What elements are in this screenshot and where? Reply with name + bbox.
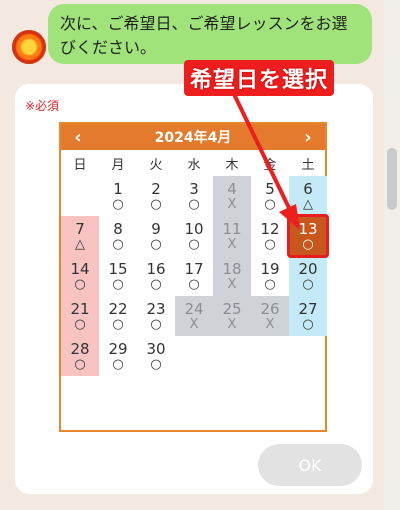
annotation-label: 希望日を選択 bbox=[184, 60, 335, 96]
